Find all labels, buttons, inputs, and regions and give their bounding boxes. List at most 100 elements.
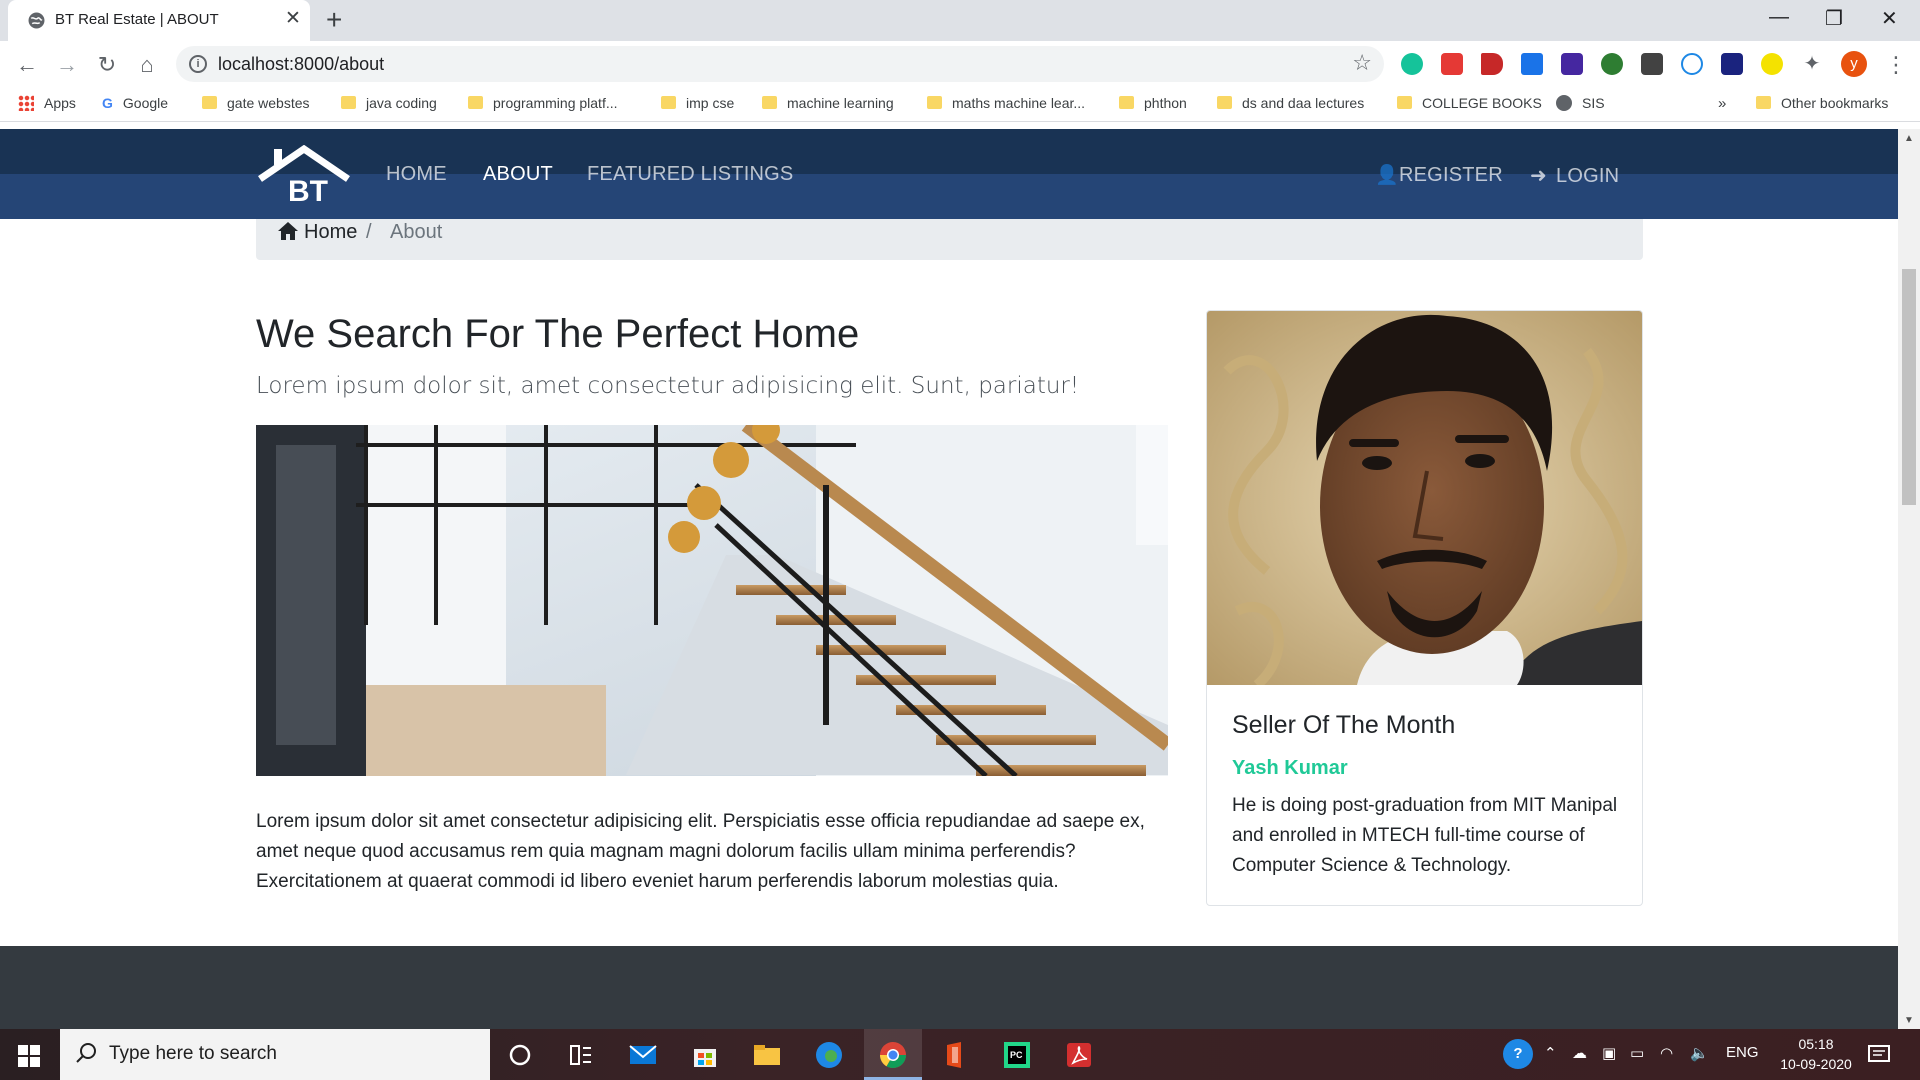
- office-icon[interactable]: [939, 1039, 971, 1071]
- globe-icon: [28, 12, 45, 29]
- browser-tab[interactable]: BT Real Estate | ABOUT ✕: [8, 0, 310, 41]
- network-adapter-icon[interactable]: ▣: [1602, 1044, 1616, 1062]
- chrome-icon[interactable]: [877, 1039, 909, 1071]
- sign-in-icon: ➜: [1530, 165, 1547, 187]
- help-icon[interactable]: ?: [1503, 1039, 1533, 1069]
- tab-close-icon[interactable]: ✕: [285, 9, 301, 29]
- address-bar[interactable]: i localhost:8000/about ☆: [176, 46, 1384, 82]
- bookmarks-bar: Apps G Google gate webstes java coding pr…: [0, 88, 1920, 122]
- bookmark-sis[interactable]: SIS: [1556, 95, 1605, 115]
- site-info-icon[interactable]: i: [189, 55, 207, 73]
- folder-icon: [1397, 96, 1412, 109]
- dark-extension-icon[interactable]: [1721, 53, 1743, 75]
- mendeley-extension-icon[interactable]: [1441, 53, 1463, 75]
- onedrive-icon[interactable]: ☁: [1572, 1044, 1587, 1062]
- profile-avatar[interactable]: y: [1841, 51, 1867, 77]
- graduation-extension-icon[interactable]: [1561, 53, 1583, 75]
- apps-grid-icon: [18, 95, 34, 111]
- browser-toolbar: ← → ↻ ⌂ i localhost:8000/about ☆ ✦ y ⋮: [0, 41, 1920, 88]
- task-view-icon[interactable]: [565, 1039, 597, 1071]
- extensions-puzzle-icon[interactable]: ✦: [1801, 53, 1823, 75]
- cortana-icon[interactable]: [504, 1039, 536, 1071]
- bookmark-google[interactable]: G Google: [102, 95, 168, 115]
- windows-start-icon[interactable]: [18, 1045, 40, 1067]
- grammarly-extension-icon[interactable]: [1401, 53, 1423, 75]
- battery-icon[interactable]: ▭: [1630, 1044, 1644, 1062]
- clock-time: 05:18: [1798, 1036, 1834, 1052]
- folder-icon: [927, 96, 942, 109]
- store-icon[interactable]: [689, 1039, 721, 1071]
- mail-icon[interactable]: [627, 1039, 659, 1071]
- bookmark-star-icon[interactable]: ☆: [1352, 50, 1372, 76]
- page-scrollbar[interactable]: ▲ ▼: [1898, 129, 1920, 1029]
- bookmark-apps[interactable]: Apps: [18, 95, 76, 115]
- bookmark-folder[interactable]: imp cse: [661, 95, 734, 115]
- staircase-image: [256, 425, 1168, 776]
- evernote-extension-icon[interactable]: [1601, 53, 1623, 75]
- minimize-icon[interactable]: —: [1769, 6, 1789, 29]
- breadcrumb-current: About: [390, 221, 443, 243]
- file-explorer-icon[interactable]: [751, 1039, 783, 1071]
- nav-register-link[interactable]: 👤REGISTER: [1375, 163, 1503, 187]
- seller-card-title: Seller Of The Month: [1232, 711, 1456, 739]
- acrobat-icon[interactable]: [1063, 1039, 1095, 1071]
- nav-featured-link[interactable]: FEATURED LISTINGS: [587, 163, 793, 186]
- seller-card: Seller Of The Month Yash Kumar He is doi…: [1206, 310, 1643, 906]
- folder-icon: [762, 96, 777, 109]
- window-close-icon[interactable]: ✕: [1881, 6, 1898, 31]
- folder-icon: [341, 96, 356, 109]
- nav-login-link[interactable]: ➜ LOGIN: [1530, 163, 1619, 188]
- new-tab-icon[interactable]: +: [326, 6, 342, 34]
- bookmark-folder[interactable]: ds and daa lectures: [1217, 95, 1364, 115]
- reload-icon[interactable]: ↻: [92, 50, 122, 80]
- edge-icon[interactable]: [813, 1039, 845, 1071]
- forward-icon[interactable]: →: [52, 50, 82, 80]
- home-icon[interactable]: ⌂: [132, 50, 162, 80]
- taskbar-search-placeholder: Type here to search: [109, 1043, 277, 1064]
- nav-home-link[interactable]: HOME: [386, 163, 447, 186]
- bookmarks-overflow-icon[interactable]: »: [1718, 95, 1726, 115]
- scroll-down-icon[interactable]: ▼: [1904, 1015, 1914, 1026]
- pycharm-icon[interactable]: PC: [1001, 1039, 1033, 1071]
- nav-about-link[interactable]: ABOUT: [483, 163, 553, 186]
- restore-icon[interactable]: ❐: [1825, 6, 1843, 31]
- scrollbar-thumb[interactable]: [1902, 269, 1916, 505]
- selenium-extension-icon[interactable]: [1641, 53, 1663, 75]
- lead-text: Lorem ipsum dolor sit, amet consectetur …: [256, 373, 1080, 399]
- bookmark-folder[interactable]: COLLEGE BOOKS: [1397, 95, 1542, 115]
- taskbar-clock[interactable]: 05:18 10-09-2020: [1770, 1034, 1862, 1074]
- menu-kebab-icon[interactable]: ⋮: [1881, 50, 1911, 80]
- bookmark-other[interactable]: Other bookmarks: [1756, 95, 1888, 115]
- bookmark-folder[interactable]: programming platf...: [468, 95, 618, 115]
- site-navbar: BT HOME ABOUT FEATURED LISTINGS 👤REGISTE…: [0, 129, 1898, 219]
- tab-title: BT Real Estate | ABOUT: [55, 11, 219, 28]
- scroll-up-icon[interactable]: ▲: [1904, 133, 1914, 144]
- notification-icon[interactable]: [1866, 1042, 1892, 1068]
- bookmark-folder[interactable]: phthon: [1119, 95, 1187, 115]
- bookmark-folder[interactable]: java coding: [341, 95, 437, 115]
- puzzle-extension-icon[interactable]: [1521, 53, 1543, 75]
- svg-text:BT: BT: [288, 175, 328, 205]
- site-footer: [0, 946, 1898, 1029]
- seller-description: He is doing post-graduation from MIT Man…: [1232, 795, 1618, 876]
- back-icon[interactable]: ←: [12, 50, 42, 80]
- bt-logo[interactable]: BT: [256, 145, 352, 205]
- language-indicator[interactable]: ENG: [1726, 1044, 1759, 1061]
- bookmark-folder[interactable]: maths machine lear...: [927, 95, 1085, 115]
- compass-extension-icon[interactable]: [1681, 53, 1703, 75]
- taskbar-search-box[interactable]: Type here to search: [60, 1029, 490, 1080]
- search-icon: [76, 1043, 96, 1063]
- google-icon: G: [102, 95, 113, 111]
- browser-tabstrip: BT Real Estate | ABOUT ✕ + — ❐ ✕: [0, 0, 1920, 41]
- breadcrumb-home-link[interactable]: Home: [304, 221, 357, 244]
- megaphone-extension-icon[interactable]: [1481, 53, 1503, 75]
- wifi-icon[interactable]: ◠: [1660, 1044, 1673, 1062]
- seller-photo: [1207, 311, 1642, 685]
- volume-icon[interactable]: 🔈: [1690, 1044, 1709, 1062]
- arrow-extension-icon[interactable]: [1761, 53, 1783, 75]
- bookmark-folder[interactable]: gate webstes: [202, 95, 310, 115]
- bookmark-folder[interactable]: machine learning: [762, 95, 894, 115]
- tray-chevron-icon[interactable]: ⌃: [1544, 1044, 1557, 1062]
- url-text[interactable]: localhost:8000/about: [218, 54, 384, 75]
- clock-date: 10-09-2020: [1780, 1056, 1852, 1072]
